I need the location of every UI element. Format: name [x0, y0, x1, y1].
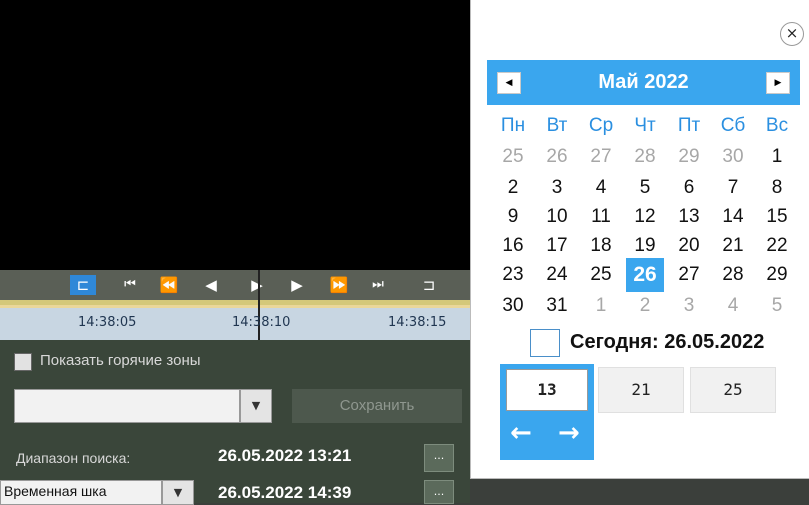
calendar-day[interactable]: 4 [579, 175, 623, 201]
fast-forward-button[interactable]: ⏩ [326, 275, 352, 295]
calendar-day[interactable]: 7 [711, 175, 755, 201]
calendar-day[interactable]: 15 [755, 204, 799, 230]
calendar-day[interactable]: 25 [491, 144, 535, 170]
calendar-day[interactable]: 19 [623, 233, 667, 259]
calendar-day[interactable]: 24 [535, 262, 579, 288]
range-mode-dropdown-button[interactable]: ▼ [162, 480, 194, 505]
timeline-events-strip [0, 305, 470, 308]
calendar-day[interactable]: 28 [711, 262, 755, 288]
calendar-day[interactable]: 26 [535, 144, 579, 170]
calendar-day[interactable]: 3 [667, 293, 711, 319]
hour-column-active: 13 ← → [500, 364, 594, 460]
calendar-day[interactable]: 21 [711, 233, 755, 259]
calendar-day[interactable]: 27 [667, 262, 711, 288]
calendar-day[interactable]: 16 [491, 233, 535, 259]
calendar-day[interactable]: 23 [491, 262, 535, 288]
calendar-day[interactable]: 31 [535, 293, 579, 319]
calendar-day[interactable]: 25 [579, 262, 623, 288]
search-panel: Показать горячие зоны ▼ Сохранить Диапаз… [0, 340, 470, 505]
weekday-label: Вт [546, 115, 568, 136]
search-range-label: Диапазон поиска: [16, 450, 131, 466]
next-month-button[interactable]: ▶ [766, 72, 790, 94]
calendar-day[interactable]: 12 [623, 204, 667, 230]
calendar-day[interactable]: 1 [755, 144, 799, 170]
calendar-day[interactable]: 29 [667, 144, 711, 170]
preset-dropdown-button[interactable]: ▼ [240, 389, 272, 423]
month-title: Май 2022 [598, 71, 689, 93]
calendar-day[interactable]: 13 [667, 204, 711, 230]
range-end-value: 26.05.2022 14:39 [218, 483, 352, 502]
calendar-day-selected[interactable]: 26 [626, 258, 664, 292]
weekday-label: Сб [720, 115, 746, 136]
calendar-day[interactable]: 5 [623, 175, 667, 201]
calendar-day[interactable]: 11 [579, 204, 623, 230]
calendar-day[interactable]: 9 [491, 204, 535, 230]
timeline-label: 14:38:15 [388, 315, 447, 330]
calendar-header: Май 2022 ◀ ▶ [487, 60, 800, 105]
arrow-left-icon[interactable]: ← [510, 418, 532, 448]
forward-to-event-button[interactable]: ⏭ [358, 275, 398, 295]
today-label[interactable]: Сегодня: 26.05.2022 [570, 331, 764, 354]
prev-month-button[interactable]: ◀ [497, 72, 521, 94]
timeline-label: 14:38:05 [78, 315, 137, 330]
play-button[interactable]: ▶ [246, 275, 268, 295]
preset-select[interactable] [14, 389, 240, 423]
calendar-day[interactable]: 14 [711, 204, 755, 230]
calendar-day[interactable]: 5 [755, 293, 799, 319]
range-mode-select[interactable]: Временная шка [0, 480, 162, 505]
calendar-day[interactable]: 1 [579, 293, 623, 319]
hotzones-label: Показать горячие зоны [40, 352, 201, 369]
calendar-day[interactable]: 10 [535, 204, 579, 230]
hotzones-checkbox[interactable] [14, 353, 32, 371]
second-cell[interactable]: 25 [690, 367, 776, 413]
weekday-label: Пн [500, 115, 526, 136]
step-back-button[interactable]: ◀ [200, 275, 222, 295]
mark-start-button[interactable]: ⊏ [70, 275, 96, 295]
save-button[interactable]: Сохранить [292, 389, 462, 423]
playback-controls: ⊏ ⏮ ⏪ ◀ ▶ ▶ ⏩ ⏭ ⊐ [0, 270, 470, 300]
calendar-day[interactable]: 8 [755, 175, 799, 201]
rewind-to-event-button[interactable]: ⏮ [110, 275, 150, 295]
timeline[interactable]: 14:38:05 14:38:10 14:38:15 [0, 270, 470, 340]
calendar-day[interactable]: 3 [535, 175, 579, 201]
weekday-label: Чт [634, 115, 656, 136]
mark-end-button[interactable]: ⊐ [418, 275, 440, 295]
calendar-day[interactable]: 20 [667, 233, 711, 259]
calendar-day[interactable]: 29 [755, 262, 799, 288]
arrow-right-icon[interactable]: → [558, 418, 580, 448]
range-end-picker-button[interactable]: ... [424, 480, 454, 504]
weekday-label: Вс [765, 115, 789, 136]
calendar-day[interactable]: 30 [491, 293, 535, 319]
calendar-day[interactable]: 28 [623, 144, 667, 170]
calendar-day[interactable]: 2 [491, 175, 535, 201]
calendar-day[interactable]: 17 [535, 233, 579, 259]
calendar-day[interactable]: 22 [755, 233, 799, 259]
minute-cell[interactable]: 21 [598, 367, 684, 413]
calendar-day[interactable]: 18 [579, 233, 623, 259]
range-start-value: 26.05.2022 13:21 [218, 446, 352, 465]
fast-rewind-button[interactable]: ⏪ [156, 275, 182, 295]
weekday-label: Пт [677, 115, 701, 136]
video-viewport [0, 0, 470, 270]
range-start-picker-button[interactable]: ... [424, 444, 454, 472]
weekday-label: Ср [588, 115, 614, 136]
calendar-day[interactable]: 6 [667, 175, 711, 201]
timeline-label: 14:38:10 [232, 315, 291, 330]
close-icon[interactable]: × [780, 22, 804, 46]
step-forward-button[interactable]: ▶ [286, 275, 308, 295]
calendar-day[interactable]: 4 [711, 293, 755, 319]
range-mode-value: Временная шка [4, 483, 107, 499]
calendar-day[interactable]: 2 [623, 293, 667, 319]
today-checkbox[interactable] [530, 329, 560, 357]
calendar-day[interactable]: 27 [579, 144, 623, 170]
calendar-day[interactable]: 30 [711, 144, 755, 170]
hour-input[interactable]: 13 [506, 369, 588, 411]
